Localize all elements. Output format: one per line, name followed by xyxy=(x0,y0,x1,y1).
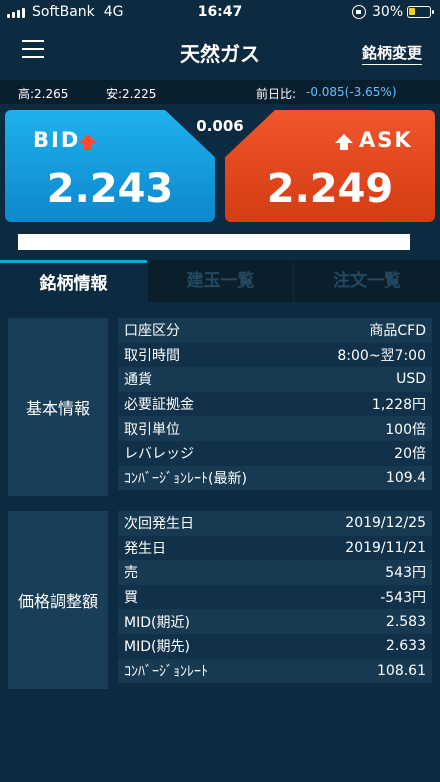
basic-info-table: 口座区分 商品CFD 取引時間 8:00~翌7:00 通貨 USD 必要証拠金 1,22… xyxy=(118,318,432,491)
news-ticker[interactable] xyxy=(18,234,410,250)
table-row: ｺﾝﾊﾞｰｼﾞｮﾝﾚｰﾄ(最新) 109.4 xyxy=(118,465,432,491)
table-row: ｺﾝﾊﾞｰｼﾞｮﾝﾚｰﾄ 108.61 xyxy=(118,658,432,684)
table-row: 次回発生日 2019/12/25 xyxy=(118,511,432,536)
spread-value: 0.006 xyxy=(196,117,244,135)
tab-bar: 銘柄情報 建玉一覧 注文一覧 xyxy=(0,260,440,302)
change-label: 前日比: xyxy=(256,87,297,101)
table-row: レバレッジ 20倍 xyxy=(118,440,432,466)
bid-price: 2.243 xyxy=(46,166,174,212)
nav-header: 天然ガス 銘柄変更 xyxy=(0,26,440,78)
table-row: MID(期先) 2.633 xyxy=(118,633,432,659)
bid-label: BID xyxy=(33,128,81,152)
status-bar: SoftBank 4G 16:47 30% xyxy=(0,0,440,26)
change-value: -0.085(-3.65%) xyxy=(306,85,397,99)
ask-price: 2.249 xyxy=(266,166,394,212)
table-row: 取引時間 8:00~翌7:00 xyxy=(118,342,432,368)
section-label: 価格調整額 xyxy=(8,511,108,689)
table-row: 必要証拠金 1,228円 xyxy=(118,391,432,417)
table-row: 口座区分 商品CFD xyxy=(118,318,432,343)
price-adjustment-section: 価格調整額 次回発生日 2019/12/25 発生日 2019/11/21 売 543… xyxy=(8,511,432,689)
high-price: 高:2.265 xyxy=(18,87,69,101)
quote-bar: 高:2.265 安:2.225 前日比: -0.085(-3.65%) xyxy=(0,80,440,104)
table-row: 発生日 2019/11/21 xyxy=(118,535,432,561)
tab-positions[interactable]: 建玉一覧 xyxy=(147,260,293,302)
table-row: MID(期近) 2.583 xyxy=(118,609,432,634)
ask-label: ASK xyxy=(359,128,413,152)
section-label: 基本情報 xyxy=(8,318,108,496)
battery-icon xyxy=(407,6,434,18)
rotation-lock-icon xyxy=(352,5,366,19)
tab-symbol-info[interactable]: 銘柄情報 xyxy=(0,260,147,302)
table-row: 取引単位 100倍 xyxy=(118,416,432,441)
table-row: 通貨 USD xyxy=(118,367,432,392)
change-symbol-link[interactable]: 銘柄変更 xyxy=(361,42,422,65)
low-price: 安:2.225 xyxy=(106,87,157,101)
price-adjustment-table: 次回発生日 2019/12/25 発生日 2019/11/21 売 543円 買 -54… xyxy=(118,511,432,684)
table-row: 買 -543円 xyxy=(118,584,432,610)
table-row: 売 543円 xyxy=(118,560,432,585)
arrow-up-icon xyxy=(79,134,97,150)
arrow-up-icon xyxy=(335,134,353,150)
tab-orders[interactable]: 注文一覧 xyxy=(293,260,440,302)
basic-info-section: 基本情報 口座区分 商品CFD 取引時間 8:00~翌7:00 通貨 USD 必要証拠… xyxy=(8,318,432,496)
battery-percent: 30% xyxy=(372,4,404,20)
